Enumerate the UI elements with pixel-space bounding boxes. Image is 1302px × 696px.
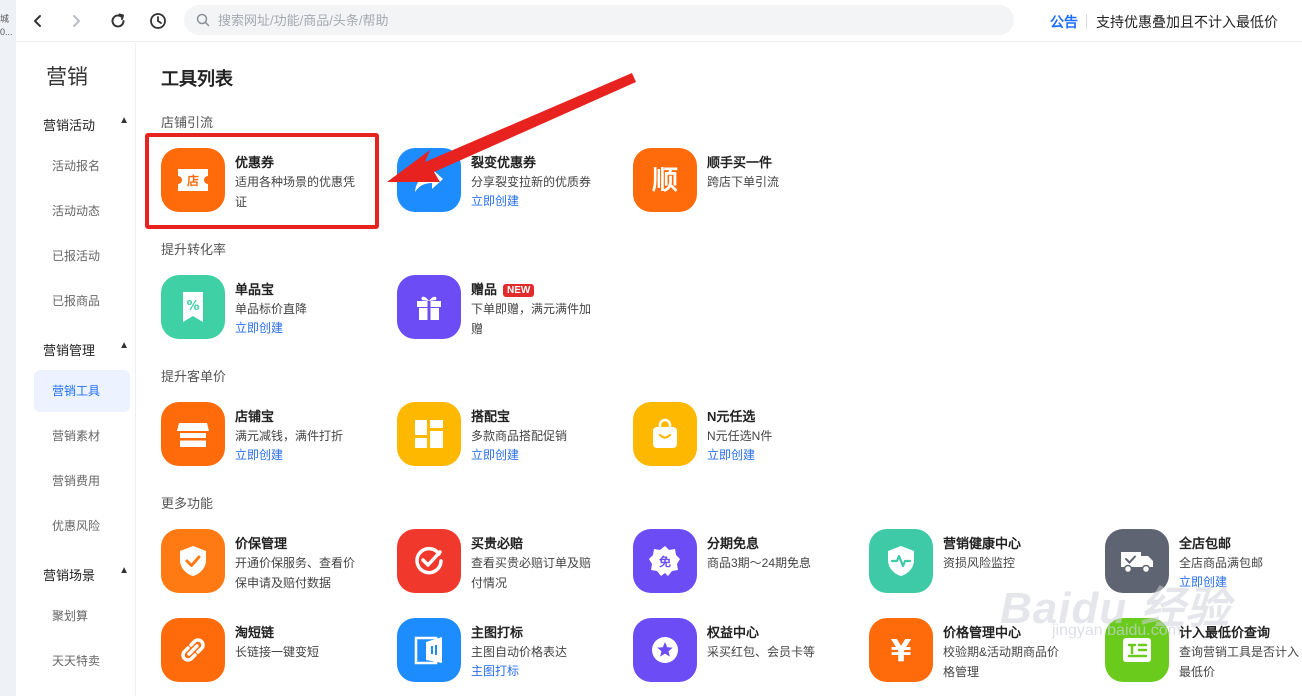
watermark-url: jingyan.baidu.com [1052,622,1181,639]
